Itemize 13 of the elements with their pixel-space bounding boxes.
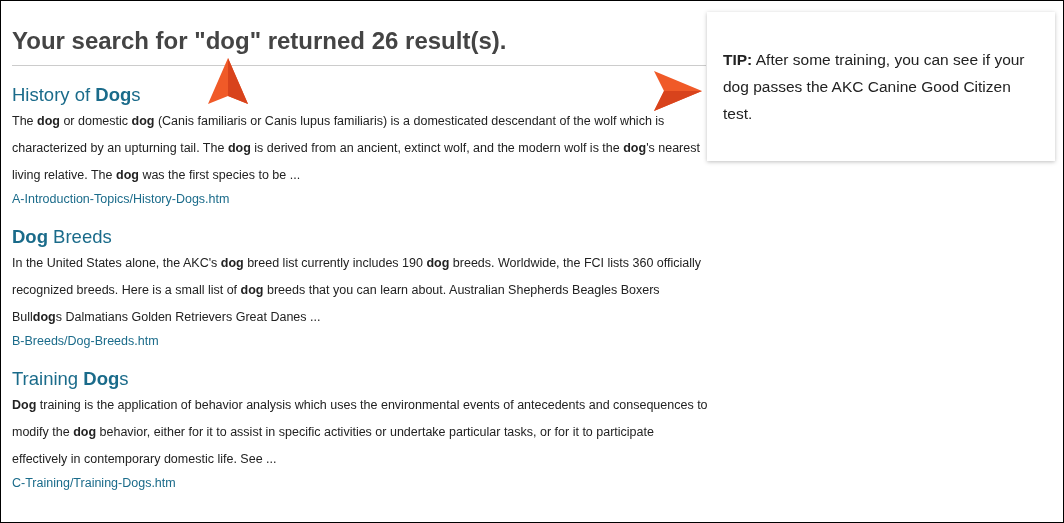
result-snippet: In the United States alone, the AKC's dog breed list currently includes 190 dog breeds. Worldwide, the FCI lists 360 officially recognized breeds. Here is a small list of dog breeds that you can learn about. Australian Shepherds Beagles Boxers Bulldogs Dalmatians Golden Retrievers Great Danes ... bbox=[12, 255, 703, 326]
result-title-link[interactable]: Dog Breeds bbox=[12, 226, 112, 248]
result-title-link[interactable]: History of Dogs bbox=[12, 84, 141, 106]
tip-text: TIP: After some training, you can see if your dog passes the AKC Canine Good Citizen test. bbox=[723, 50, 1026, 124]
callout-arrow-icon bbox=[208, 58, 248, 104]
results-heading: Your search for "dog" returned 26 result(s). bbox=[12, 1, 706, 66]
result-url-link[interactable]: C-Training/Training-Dogs.htm bbox=[12, 474, 176, 492]
result-url-link[interactable]: B-Breeds/Dog-Breeds.htm bbox=[12, 332, 159, 350]
result-url-link[interactable]: A-Introduction-Topics/History-Dogs.htm bbox=[12, 190, 230, 208]
result-snippet: Dog training is the application of behavior analysis which uses the environmental events of antecedents and consequences to modify the dog behavior, either for it to assist in specific activities or undertake particular tasks, or for it to participate effectively in contemporary domestic life. See ... bbox=[12, 397, 709, 468]
callout-arrow-icon bbox=[654, 71, 702, 111]
result-snippet: The dog or domestic dog (Canis familiaris or Canis lupus familiaris) is a domesticated descendant of the wolf which is characterized by an upturning tail. The dog is derived from an ancient, extinct wolf, and the modern wolf is the dog's nearest living relative. The dog was the first species to be ... bbox=[12, 113, 701, 184]
result-title-link[interactable]: Training Dogs bbox=[12, 368, 129, 390]
